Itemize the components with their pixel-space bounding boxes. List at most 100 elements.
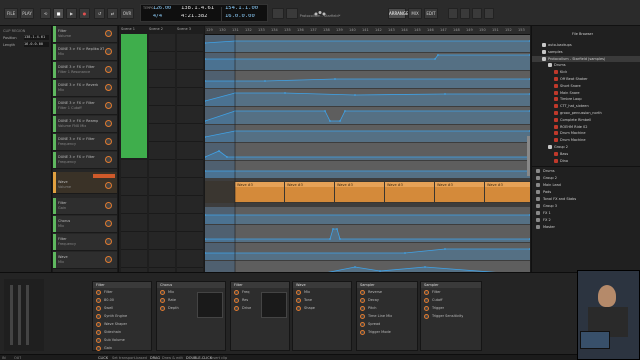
volume-knob[interactable] bbox=[105, 220, 112, 227]
track-header[interactable]: Filter Volume bbox=[53, 26, 117, 43]
parameter-knob[interactable] bbox=[360, 330, 365, 335]
vertical-scrollbar[interactable] bbox=[527, 136, 530, 176]
track-header[interactable]: DUNE 3 > FX > Filter Frequency bbox=[53, 152, 117, 169]
automation-point[interactable] bbox=[444, 248, 446, 250]
play-icon[interactable]: ▶ bbox=[66, 8, 77, 19]
automation-point[interactable] bbox=[284, 92, 286, 94]
parameter-knob[interactable] bbox=[424, 298, 429, 303]
project-track-item[interactable]: Drums bbox=[532, 168, 640, 174]
track-header[interactable]: DUNE 3 > FX > Reamp Volume FNX Mix bbox=[53, 116, 117, 133]
automation-point[interactable] bbox=[437, 54, 439, 56]
parameter-knob[interactable] bbox=[360, 290, 365, 295]
parameter-knob[interactable] bbox=[424, 290, 429, 295]
length-field[interactable]: 16.0.0.00 bbox=[24, 42, 49, 47]
device-graph-display[interactable] bbox=[261, 292, 287, 318]
automation-point[interactable] bbox=[434, 58, 436, 60]
volume-knob[interactable] bbox=[105, 84, 112, 91]
play-menu-button[interactable]: PLAY bbox=[20, 8, 34, 19]
clip-slot-column[interactable] bbox=[177, 34, 203, 272]
audio-clip[interactable]: Wave #3 bbox=[385, 182, 434, 202]
parameter-knob[interactable] bbox=[96, 298, 101, 303]
device-header[interactable]: Filter bbox=[93, 282, 151, 288]
audio-clip[interactable]: Wave #3 bbox=[335, 182, 384, 202]
device-header[interactable]: Sampler bbox=[421, 282, 481, 288]
browser-item[interactable]: CTT_hat_sixteen bbox=[532, 103, 640, 109]
parameter-knob[interactable] bbox=[96, 314, 101, 319]
parameter-knob[interactable] bbox=[360, 314, 365, 319]
parameter-knob[interactable] bbox=[360, 306, 365, 311]
browser-item[interactable]: Group 2 bbox=[532, 144, 640, 150]
stop-icon[interactable]: ■ bbox=[53, 8, 64, 19]
mix-view-button[interactable]: MIX bbox=[408, 8, 422, 19]
track-header[interactable]: Filter Gain bbox=[53, 198, 117, 215]
browser-item[interactable]: samples bbox=[532, 49, 640, 55]
track-header[interactable]: Wave Mix bbox=[53, 252, 117, 269]
automation-point[interactable] bbox=[339, 120, 341, 122]
parameter-knob[interactable] bbox=[234, 290, 239, 295]
browser-item[interactable]: Complete Rimbell bbox=[532, 117, 640, 123]
browser-item[interactable]: groov_percussion_north bbox=[532, 110, 640, 116]
parameter-knob[interactable] bbox=[296, 306, 301, 311]
browser-item[interactable]: Dino bbox=[532, 158, 640, 164]
automation-point[interactable] bbox=[404, 252, 406, 254]
device-card[interactable]: Wave Mix Tone Shape bbox=[292, 281, 352, 351]
clip-slot-group[interactable] bbox=[121, 34, 147, 158]
automation-point[interactable] bbox=[336, 228, 338, 230]
parameter-knob[interactable] bbox=[96, 330, 101, 335]
automation-point[interactable] bbox=[329, 120, 331, 122]
automation-point[interactable] bbox=[264, 80, 266, 82]
keyboard-icon[interactable] bbox=[472, 8, 482, 19]
volume-knob[interactable] bbox=[105, 30, 112, 37]
device-header[interactable]: Filter bbox=[231, 282, 289, 288]
input-label[interactable]: IN bbox=[2, 356, 6, 360]
browser-item[interactable]: Main Snare bbox=[532, 90, 640, 96]
audio-clip[interactable]: Wave #3 bbox=[485, 182, 530, 202]
parameter-knob[interactable] bbox=[96, 322, 101, 327]
automation-point[interactable] bbox=[354, 266, 356, 268]
automation-point[interactable] bbox=[218, 150, 220, 152]
volume-knob[interactable] bbox=[105, 138, 112, 145]
parameter-knob[interactable] bbox=[160, 306, 165, 311]
punch-icon[interactable]: ⇄ bbox=[107, 8, 118, 19]
track-header[interactable]: DUNE 3 > FX > Replika XT Mix bbox=[53, 44, 117, 61]
fader-track[interactable] bbox=[10, 285, 13, 345]
browser-item[interactable]: auto-backups bbox=[532, 42, 640, 48]
volume-knob[interactable] bbox=[105, 238, 112, 245]
file-button[interactable]: FILE bbox=[4, 8, 18, 19]
volume-knob[interactable] bbox=[105, 66, 112, 73]
loop-length[interactable]: 16.0.0.00 bbox=[225, 14, 255, 19]
settings-icon[interactable] bbox=[484, 8, 494, 19]
fader-track[interactable] bbox=[26, 285, 29, 345]
track-header[interactable]: DUNE 3 > FX > Reverb Mix bbox=[53, 80, 117, 97]
automation-point[interactable] bbox=[339, 238, 341, 240]
track-header[interactable]: DUNE 3 > FX > Filter Filter 1 Cutoff bbox=[53, 98, 117, 115]
device-graph-display[interactable] bbox=[197, 292, 223, 318]
browser-item[interactable]: Off Beat Shaker bbox=[532, 76, 640, 82]
volume-knob[interactable] bbox=[105, 256, 112, 263]
browser-item[interactable]: Timbre Loop bbox=[532, 96, 640, 102]
list-icon[interactable] bbox=[460, 8, 470, 19]
parameter-knob[interactable] bbox=[234, 298, 239, 303]
volume-knob[interactable] bbox=[105, 156, 112, 163]
automation-point[interactable] bbox=[344, 110, 346, 112]
device-header[interactable]: Chorus bbox=[157, 282, 225, 288]
device-card[interactable]: Sampler Reverse Decay Pitch Time Line Mix Spr… bbox=[356, 281, 418, 351]
edit-view-button[interactable]: EDIT bbox=[424, 8, 438, 19]
parameter-knob[interactable] bbox=[424, 314, 429, 319]
track-header[interactable]: DUNE 3 > FX > Filter Filter 1 Resonance bbox=[53, 62, 117, 79]
automation-point[interactable] bbox=[334, 78, 336, 80]
audio-clip[interactable]: Wave #3 bbox=[235, 182, 284, 202]
automation-point[interactable] bbox=[226, 156, 228, 158]
project-track-item[interactable]: Main Lead bbox=[532, 182, 640, 188]
parameter-knob[interactable] bbox=[234, 306, 239, 311]
automation-lanes[interactable]: Wave #3 Wave #3 Wave #3 Wave #3 Wave #3 Wave … bbox=[205, 35, 530, 272]
automation-point[interactable] bbox=[354, 94, 356, 96]
parameter-knob[interactable] bbox=[296, 298, 301, 303]
parameter-knob[interactable] bbox=[360, 322, 365, 327]
parameter-knob[interactable] bbox=[296, 290, 301, 295]
device-card[interactable]: Filter Freq Res Drive bbox=[230, 281, 290, 351]
browser-item[interactable]: Drum Machine bbox=[532, 130, 640, 136]
project-track-item[interactable]: Tonal FX and Stabs bbox=[532, 196, 640, 202]
output-label[interactable]: OUT bbox=[14, 356, 21, 360]
browser-item[interactable]: Kick bbox=[532, 69, 640, 75]
